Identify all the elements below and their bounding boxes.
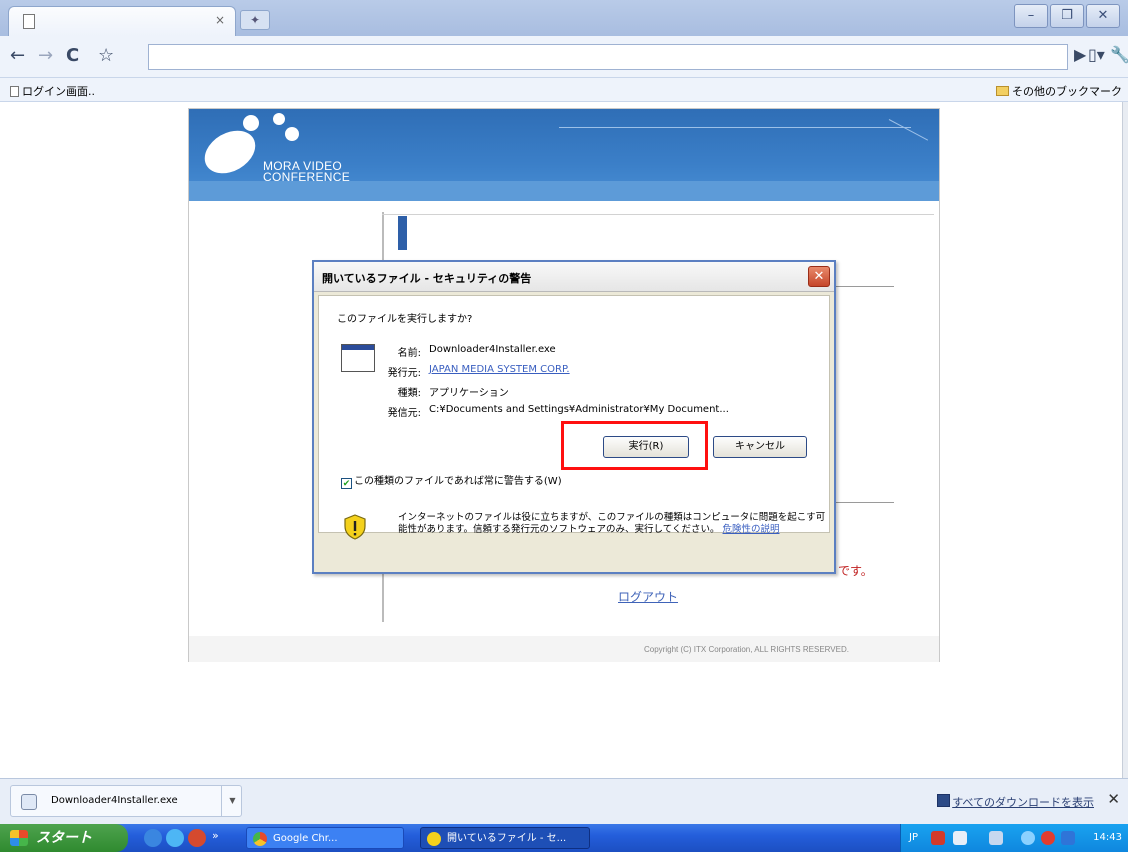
windows-logo-icon <box>10 830 28 846</box>
dialog-close-icon[interactable]: ✕ <box>808 266 830 287</box>
start-button[interactable]: スタート <box>0 824 128 852</box>
header-band <box>189 181 939 201</box>
page-menu-icon[interactable]: ▯▾ <box>1088 45 1105 64</box>
show-all-downloads-link[interactable]: すべてのダウンロードを表示 <box>952 794 1094 810</box>
task-chrome[interactable]: Google Chr... <box>246 827 404 849</box>
publisher-link[interactable]: JAPAN MEDIA SYSTEM CORP. <box>429 364 570 375</box>
tray-icon[interactable] <box>1041 831 1055 845</box>
new-tab-button[interactable]: ✦ <box>240 10 270 30</box>
more-icon[interactable]: » <box>212 829 219 842</box>
quicklaunch-icon[interactable] <box>144 829 162 847</box>
section-marker <box>398 216 407 250</box>
dialog-body: このファイルを実行しますか? 名前: Downloader4Installer.… <box>318 295 830 533</box>
system-tray: JP 14:43 <box>900 824 1128 852</box>
notice-text: です。 <box>838 564 873 578</box>
play-icon[interactable]: ▶ <box>1074 45 1086 64</box>
download-menu-icon[interactable]: ▼ <box>221 786 243 816</box>
content-divider <box>382 214 934 215</box>
dialog-titlebar[interactable]: 開いているファイル - セキュリティの警告 ✕ <box>314 262 834 292</box>
bookmark-item[interactable]: ログイン画面.. <box>10 83 95 99</box>
taskbar: スタート » Google Chr... 開いているファイル - セ... JP… <box>0 824 1128 852</box>
copyright: Copyright (C) ITX Corporation, ALL RIGHT… <box>644 645 849 654</box>
logout-link[interactable]: ログアウト <box>618 588 678 605</box>
shield-icon <box>427 832 441 846</box>
header-decoration <box>559 127 911 128</box>
logo-mark <box>197 122 263 182</box>
close-shelf-icon[interactable]: ✕ <box>1107 790 1120 808</box>
tab-close-icon[interactable]: × <box>215 13 225 27</box>
bookmark-label: ログイン画面.. <box>22 85 95 98</box>
separator <box>832 502 894 503</box>
logo-dot <box>285 127 299 141</box>
browser-tab[interactable]: × <box>8 6 236 36</box>
shield-warning-icon <box>344 514 366 540</box>
header-decoration <box>888 119 929 141</box>
page-icon <box>23 14 35 29</box>
reload-icon[interactable]: C <box>66 45 79 66</box>
address-bar[interactable] <box>148 44 1068 70</box>
tray-icon[interactable] <box>953 831 967 845</box>
downloads-icon <box>937 794 950 807</box>
field-label: 種類: <box>397 388 421 399</box>
back-icon[interactable]: ← <box>10 45 25 66</box>
separator <box>832 286 894 287</box>
tray-icon[interactable] <box>1061 831 1075 845</box>
checkbox-checked-icon[interactable]: ✔ <box>341 478 352 489</box>
bookmark-star-icon[interactable]: ☆ <box>98 45 114 66</box>
forward-icon[interactable]: → <box>38 45 53 66</box>
field-label: 発信元: <box>387 408 421 419</box>
folder-icon <box>996 86 1009 96</box>
download-item[interactable]: Downloader4Installer.exe ▼ <box>10 785 242 817</box>
task-security-dialog[interactable]: 開いているファイル - セ... <box>420 827 590 849</box>
site-header: MORA VIDEO CONFERENCE <box>189 109 939 201</box>
logo-dot <box>243 115 259 131</box>
chrome-icon <box>253 832 267 846</box>
clock: 14:43 <box>1093 832 1122 843</box>
minimize-icon[interactable]: – <box>1014 4 1048 28</box>
tray-icon[interactable] <box>931 831 945 845</box>
field-label: 名前: <box>397 348 421 359</box>
field-label: 発行元: <box>387 368 421 379</box>
language-indicator[interactable]: JP <box>909 832 918 843</box>
logo-dot <box>273 113 285 125</box>
other-bookmarks-label: その他のブックマーク <box>1012 85 1122 98</box>
warning-message: インターネットのファイルは役に立ちますが、このファイルの種類はコンピュータに問題… <box>398 512 826 536</box>
task-label: 開いているファイル - セ... <box>447 833 567 844</box>
risk-explanation-link[interactable]: 危険性の説明 <box>723 524 780 535</box>
logo-text: MORA VIDEO CONFERENCE <box>263 160 350 183</box>
close-window-icon[interactable]: ✕ <box>1086 4 1120 28</box>
dialog-title: 開いているファイル - セキュリティの警告 <box>322 272 532 285</box>
window-controls: – ❐ ✕ <box>1012 4 1120 28</box>
start-label: スタート <box>36 830 92 846</box>
task-label: Google Chr... <box>273 833 338 844</box>
installer-icon <box>21 794 37 810</box>
bookmarks-bar: ログイン画面.. その他のブックマーク <box>0 78 1128 102</box>
browser-titlebar: × ✦ – ❐ ✕ <box>0 0 1128 36</box>
page-icon <box>10 86 19 97</box>
ie-icon[interactable] <box>166 829 184 847</box>
always-warn-checkbox-row[interactable]: ✔ この種類のファイルであれば常に警告する(W) <box>341 472 562 489</box>
vertical-scrollbar[interactable] <box>1122 102 1128 778</box>
media-icon[interactable] <box>188 829 206 847</box>
field-value: Downloader4Installer.exe <box>429 344 556 355</box>
other-bookmarks[interactable]: その他のブックマーク <box>996 83 1122 99</box>
highlight-box <box>561 421 708 470</box>
cancel-button[interactable]: キャンセル <box>713 436 807 458</box>
maximize-icon[interactable]: ❐ <box>1050 4 1084 28</box>
tray-icon[interactable] <box>989 831 1003 845</box>
dialog-question: このファイルを実行しますか? <box>337 314 473 325</box>
field-value: アプリケーション <box>429 388 509 399</box>
wrench-icon[interactable]: 🔧 <box>1110 45 1128 64</box>
application-icon <box>341 344 375 372</box>
checkbox-label: この種類のファイルであれば常に警告する(W) <box>354 476 562 487</box>
tray-icon[interactable] <box>1021 831 1035 845</box>
download-file-name: Downloader4Installer.exe <box>51 795 178 806</box>
field-value: C:¥Documents and Settings¥Administrator¥… <box>429 404 729 415</box>
download-shelf: Downloader4Installer.exe ▼ すべてのダウンロードを表示… <box>0 778 1128 824</box>
browser-toolbar: ← → C ☆ ▶ ▯▾ 🔧 <box>0 36 1128 78</box>
